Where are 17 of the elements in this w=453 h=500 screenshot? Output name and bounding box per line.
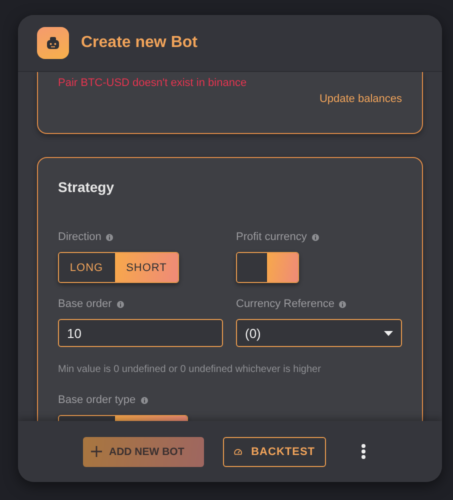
currency-select[interactable]: (0) <box>236 319 402 347</box>
field-label: Base order <box>58 298 112 310</box>
field-label: Currency Reference <box>236 298 334 310</box>
field-label: Profit currency <box>236 231 307 243</box>
update-balances-link[interactable]: Update balances <box>319 93 402 105</box>
toggle-option[interactable]: SHORT <box>114 253 178 282</box>
field-label: Direction <box>58 231 102 243</box>
backtest-button[interactable]: BACKTEST <box>223 436 326 466</box>
field-label: Base order type <box>58 394 136 406</box>
section-title: Strategy <box>58 179 116 195</box>
field-value: 10 <box>67 326 82 340</box>
helper-text: Min value is 0 undefined or 0 undefined whichever is higher <box>58 364 322 375</box>
dialog-title: Create new Bot <box>81 34 198 52</box>
toggle-option[interactable]: LONG <box>59 253 114 282</box>
select-value: (0) <box>245 326 261 340</box>
base-order-field[interactable]: 10 <box>58 319 223 347</box>
error-message: Pair BTC-USD doesn't exist in binance <box>58 77 248 89</box>
